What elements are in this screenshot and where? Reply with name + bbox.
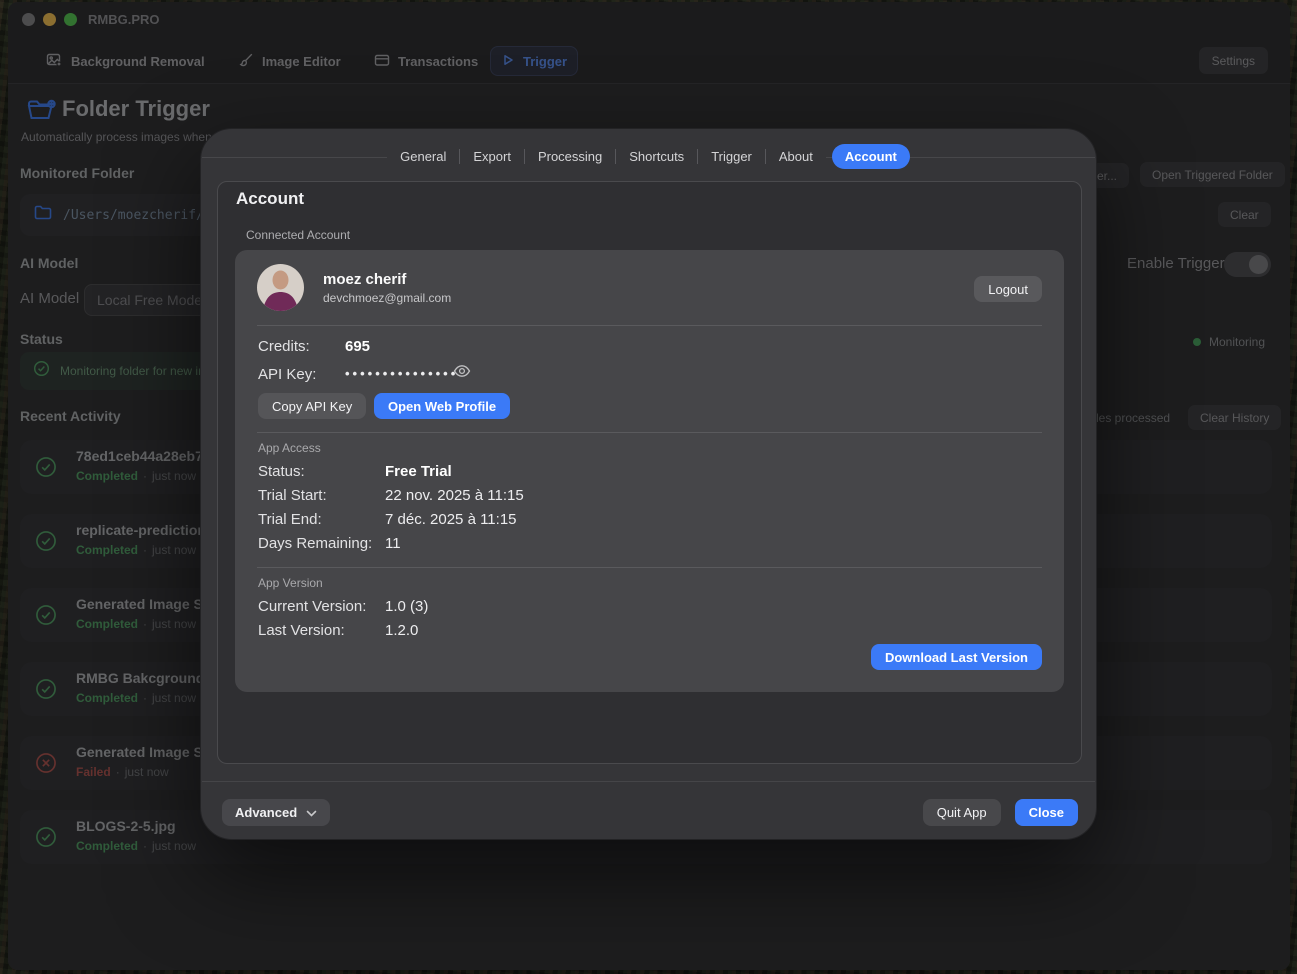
divider — [257, 325, 1042, 326]
chevron-down-icon — [306, 805, 317, 820]
download-last-version-button[interactable]: Download Last Version — [871, 644, 1042, 670]
close-label: Close — [1029, 805, 1064, 820]
tab-processing[interactable]: Processing — [525, 144, 615, 169]
settings-modal: General Export Processing Shortcuts Trig… — [200, 128, 1097, 840]
current-version-label: Current Version: — [258, 598, 366, 615]
download-label: Download Last Version — [885, 650, 1028, 665]
tab-general[interactable]: General — [387, 144, 459, 169]
close-button[interactable]: Close — [1015, 799, 1078, 826]
user-email: devchmoez@gmail.com — [323, 291, 451, 305]
api-key-masked: ••••••••••••••• — [345, 366, 458, 381]
tab-account[interactable]: Account — [832, 144, 910, 169]
account-card: moez cherif devchmoez@gmail.com Logout C… — [235, 250, 1064, 692]
app-version-heading: App Version — [258, 576, 323, 590]
divider — [257, 567, 1042, 568]
access-status-label: Status: — [258, 463, 305, 480]
last-version-label: Last Version: — [258, 622, 345, 639]
divider — [257, 432, 1042, 433]
tab-trigger[interactable]: Trigger — [698, 144, 765, 169]
copy-api-key-label: Copy API Key — [272, 399, 352, 414]
account-panel: Account Connected Account moez cherif de… — [217, 181, 1082, 764]
footer-divider-line — [202, 781, 1095, 782]
settings-tabs: General Export Processing Shortcuts Trig… — [201, 144, 1096, 169]
app-access-heading: App Access — [258, 441, 321, 455]
trial-end-label: Trial End: — [258, 511, 322, 528]
quit-app-label: Quit App — [937, 805, 987, 820]
footer-buttons: Quit App Close — [923, 799, 1078, 826]
account-section-title: Account — [236, 189, 304, 209]
current-version-value: 1.0 (3) — [385, 598, 428, 615]
connected-account-label: Connected Account — [246, 228, 350, 242]
tab-about[interactable]: About — [766, 144, 826, 169]
days-remaining-value: 11 — [385, 535, 401, 552]
open-web-profile-button[interactable]: Open Web Profile — [374, 393, 510, 419]
api-key-label: API Key: — [258, 366, 316, 383]
advanced-label: Advanced — [235, 805, 297, 820]
credits-label: Credits: — [258, 338, 310, 355]
user-name: moez cherif — [323, 271, 406, 288]
trial-start-value: 22 nov. 2025 à 11:15 — [385, 487, 524, 504]
quit-app-button[interactable]: Quit App — [923, 799, 1001, 826]
trial-start-label: Trial Start: — [258, 487, 327, 504]
open-web-profile-label: Open Web Profile — [388, 399, 496, 414]
last-version-value: 1.2.0 — [385, 622, 418, 639]
avatar — [257, 264, 304, 311]
tab-shortcuts[interactable]: Shortcuts — [616, 144, 697, 169]
advanced-dropdown[interactable]: Advanced — [222, 799, 330, 826]
logout-button[interactable]: Logout — [974, 276, 1042, 302]
credits-value: 695 — [345, 338, 370, 355]
days-remaining-label: Days Remaining: — [258, 535, 372, 552]
access-status-value: Free Trial — [385, 463, 452, 480]
tab-export[interactable]: Export — [460, 144, 524, 169]
copy-api-key-button[interactable]: Copy API Key — [258, 393, 366, 419]
logout-label: Logout — [988, 282, 1028, 297]
trial-end-value: 7 déc. 2025 à 11:15 — [385, 511, 517, 528]
reveal-api-key-icon[interactable] — [453, 364, 471, 383]
